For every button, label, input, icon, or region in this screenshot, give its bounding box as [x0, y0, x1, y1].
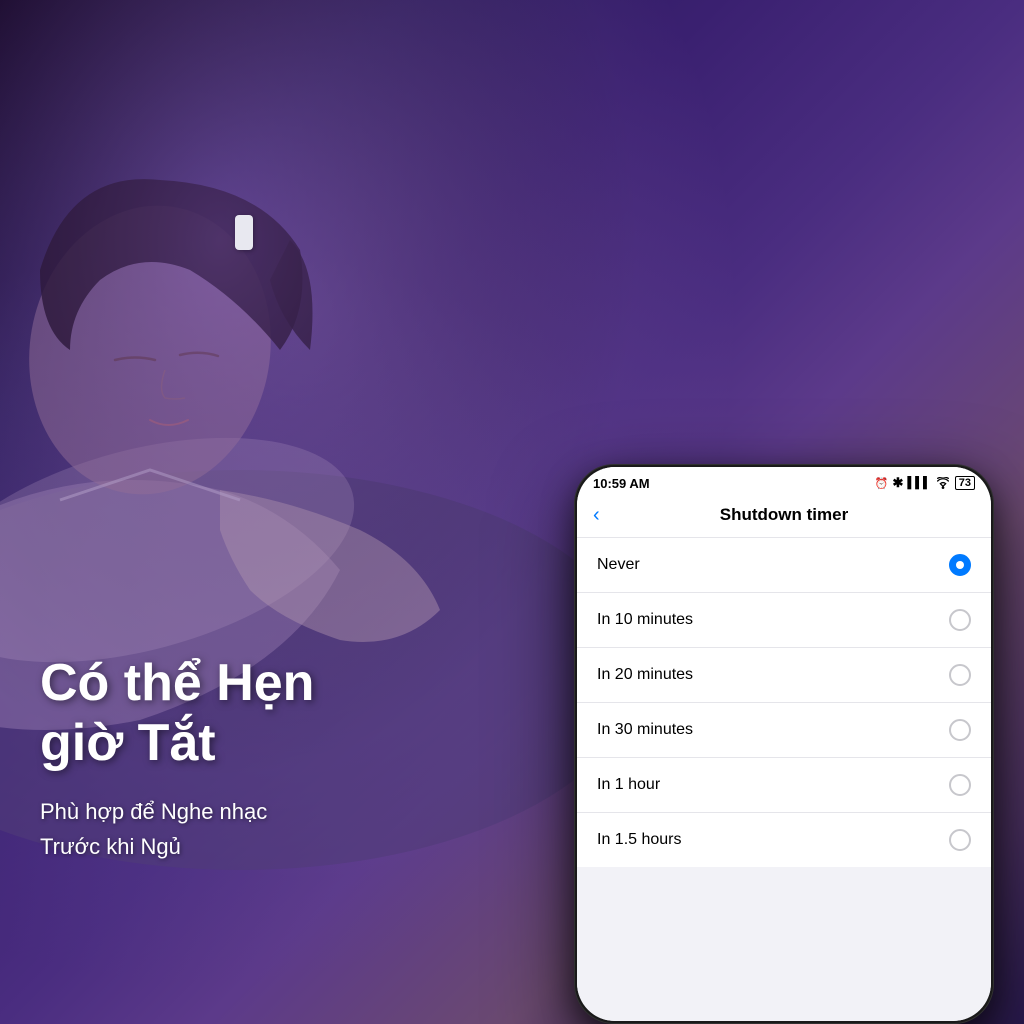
radio-never[interactable]: [949, 554, 971, 576]
battery-icon: 73: [955, 476, 975, 490]
alarm-icon: ⏰: [875, 477, 889, 490]
headline-text: Có thể Hẹn giờ Tắt: [40, 654, 314, 774]
timer-label-1hour: In 1 hour: [597, 776, 660, 794]
radio-30min[interactable]: [949, 719, 971, 741]
timer-option-20min[interactable]: In 20 minutes: [577, 648, 991, 703]
back-button[interactable]: ‹: [593, 504, 600, 527]
radio-20min[interactable]: [949, 664, 971, 686]
subtext: Phù hợp để Nghe nhạc Trước khi Ngủ: [40, 794, 314, 864]
timer-option-never[interactable]: Never: [577, 538, 991, 593]
bluetooth-icon: ✱: [892, 475, 903, 491]
radio-1hour[interactable]: [949, 774, 971, 796]
nav-bar: ‹ Shutdown timer: [577, 495, 991, 538]
timer-label-1-5hours: In 1.5 hours: [597, 831, 682, 849]
nav-title: Shutdown timer: [720, 505, 848, 525]
signal-icon: ▌▌▌: [907, 477, 930, 489]
timer-label-30min: In 30 minutes: [597, 721, 693, 739]
timer-label-never: Never: [597, 556, 640, 574]
phone-frame: 10:59 AM ⏰ ✱ ▌▌▌ 73 ‹ Shutdown t: [574, 464, 994, 1024]
headline-line: Có thể Hẹn giờ Tắt: [40, 654, 314, 772]
timer-option-1-5hours[interactable]: In 1.5 hours: [577, 813, 991, 867]
radio-1-5hours[interactable]: [949, 829, 971, 851]
timer-option-10min[interactable]: In 10 minutes: [577, 593, 991, 648]
status-bar: 10:59 AM ⏰ ✱ ▌▌▌ 73: [577, 467, 991, 495]
text-overlay: Có thể Hẹn giờ Tắt Phù hợp để Nghe nhạc …: [40, 654, 314, 864]
radio-10min[interactable]: [949, 609, 971, 631]
subtext-line1: Phù hợp để Nghe nhạc: [40, 794, 314, 829]
timer-option-1hour[interactable]: In 1 hour: [577, 758, 991, 813]
timer-list-container: Never In 10 minutes In 20 minutes In 30 …: [577, 538, 991, 1021]
phone-screen: 10:59 AM ⏰ ✱ ▌▌▌ 73 ‹ Shutdown t: [577, 467, 991, 1021]
earphone: [235, 215, 253, 250]
phone-mockup: 10:59 AM ⏰ ✱ ▌▌▌ 73 ‹ Shutdown t: [574, 464, 994, 1024]
status-time: 10:59 AM: [593, 476, 650, 491]
timer-label-20min: In 20 minutes: [597, 666, 693, 684]
timer-option-30min[interactable]: In 30 minutes: [577, 703, 991, 758]
timer-label-10min: In 10 minutes: [597, 611, 693, 629]
subtext-line2: Trước khi Ngủ: [40, 829, 314, 864]
status-icons: ⏰ ✱ ▌▌▌ 73: [875, 475, 975, 491]
timer-list-section: Never In 10 minutes In 20 minutes In 30 …: [577, 538, 991, 867]
wifi-icon: [935, 477, 951, 489]
